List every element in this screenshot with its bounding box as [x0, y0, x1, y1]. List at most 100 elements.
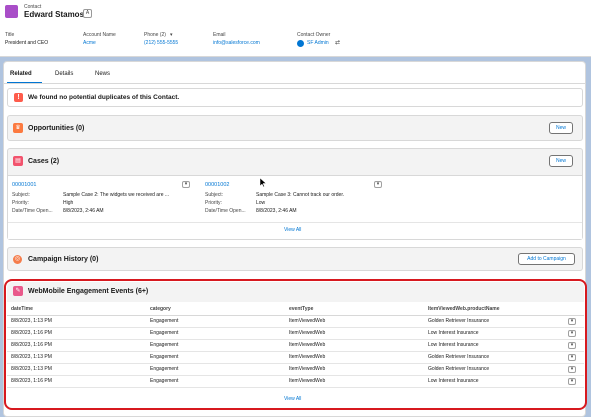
table-row: 8/8/2023, 1:13 PM Engagement ItemViewedW…	[7, 363, 584, 376]
cell-datetime: 8/8/2023, 1:16 PM	[7, 339, 146, 352]
case-2-opened: 8/8/2023, 2:46 AM	[256, 208, 297, 214]
record-header: Contact Edward Stamos A Title President …	[0, 0, 591, 57]
record-name: Edward Stamos	[24, 10, 85, 19]
phone-dropdown-icon[interactable]: ▾	[170, 32, 173, 38]
add-to-campaign-button[interactable]: Add to Campaign	[518, 253, 575, 265]
case-1-subject: Sample Case 2: The widgets we received a…	[63, 192, 170, 198]
email-label: Email	[213, 32, 226, 38]
table-row: 8/8/2023, 1:16 PM Engagement ItemViewedW…	[7, 375, 584, 388]
row-menu-icon[interactable]: ▾	[568, 329, 576, 337]
cell-productname: Golden Retriever Insurance	[424, 363, 564, 376]
owner-link[interactable]: SF Admin	[307, 40, 329, 46]
title-label: Title	[5, 32, 15, 38]
case-2-menu-icon[interactable]: ▾	[374, 181, 382, 188]
case-1-priority-label: Priority:	[12, 200, 29, 206]
title-value: President and CEO	[5, 40, 49, 46]
case-1-menu-icon[interactable]: ▾	[182, 181, 190, 188]
phone-link[interactable]: (212) 555-5555	[144, 40, 178, 46]
campaign-history-title[interactable]: Campaign History (0)	[28, 256, 98, 263]
cases-view-all-link[interactable]: View All	[284, 227, 301, 233]
tab-details[interactable]: Details	[55, 71, 73, 77]
engagement-view-all-link[interactable]: View All	[284, 396, 301, 402]
campaign-icon: ◎	[13, 255, 22, 264]
engagement-icon: ✎	[13, 286, 23, 296]
table-row: 8/8/2023, 1:16 PM Engagement ItemViewedW…	[7, 327, 584, 340]
column-header-actions	[564, 304, 584, 316]
cell-datetime: 8/8/2023, 1:13 PM	[7, 363, 146, 376]
case-2-priority-label: Priority:	[205, 200, 222, 206]
email-link[interactable]: info@salesforce.com	[213, 40, 260, 46]
cell-eventtype: ItemViewedWeb	[285, 375, 424, 388]
case-2-priority: Low	[256, 200, 266, 206]
owner-label: Contact Owner	[297, 32, 331, 38]
cell-category: Engagement	[146, 363, 285, 376]
case-1-opened: 8/8/2023, 2:46 AM	[63, 208, 104, 214]
cell-productname: Low Interest Insurance	[424, 327, 564, 340]
warning-icon: !	[14, 93, 23, 102]
tab-related[interactable]: Related	[10, 71, 32, 77]
opportunities-card: ♛ Opportunities (0) New	[7, 115, 583, 141]
cell-datetime: 8/8/2023, 1:13 PM	[7, 315, 146, 328]
table-header-row: dateTime category eventType ItemViewedWe…	[7, 304, 584, 316]
case-icon: ▤	[13, 156, 23, 166]
cell-category: Engagement	[146, 375, 285, 388]
cell-eventtype: ItemViewedWeb	[285, 351, 424, 364]
duplicates-card: ! We found no potential duplicates of th…	[7, 88, 583, 107]
opportunities-new-button[interactable]: New	[549, 122, 573, 134]
case-2-subject-label: Subject:	[205, 192, 224, 198]
cases-title[interactable]: Cases (2)	[28, 158, 59, 165]
column-header-productname[interactable]: ItemViewedWeb.productName	[424, 304, 564, 316]
cell-productname: Low Interest Insurance	[424, 339, 564, 352]
case-1-priority: High	[63, 200, 74, 206]
hierarchy-button[interactable]: A	[83, 9, 92, 18]
phone-label: Phone (2)	[144, 32, 166, 38]
row-menu-icon[interactable]: ▾	[568, 377, 576, 385]
campaign-history-card: ◎ Campaign History (0) Add to Campaign	[7, 247, 583, 271]
engagement-table: dateTime category eventType ItemViewedWe…	[7, 304, 584, 388]
case-2-subject: Sample Case 3: Cannot track our order.	[256, 192, 345, 198]
cell-productname: Golden Retriever Insurance	[424, 315, 564, 328]
cell-category: Engagement	[146, 351, 285, 364]
opportunities-title[interactable]: Opportunities (0)	[28, 125, 84, 132]
case-2-opened-label: Date/Time Open...	[205, 208, 246, 214]
column-header-category[interactable]: category	[146, 304, 285, 316]
mouse-cursor-icon	[259, 177, 267, 190]
cell-productname: Golden Retriever Insurance	[424, 351, 564, 364]
table-row: 8/8/2023, 1:13 PM Engagement ItemViewedW…	[7, 315, 584, 328]
cell-category: Engagement	[146, 339, 285, 352]
row-menu-icon[interactable]: ▾	[568, 353, 576, 361]
cell-eventtype: ItemViewedWeb	[285, 315, 424, 328]
row-menu-icon[interactable]: ▾	[568, 341, 576, 349]
row-menu-icon[interactable]: ▾	[568, 317, 576, 325]
cell-category: Engagement	[146, 327, 285, 340]
owner-avatar-icon	[297, 40, 304, 47]
table-row: 8/8/2023, 1:16 PM Engagement ItemViewedW…	[7, 339, 584, 352]
cell-datetime: 8/8/2023, 1:16 PM	[7, 327, 146, 340]
table-row: 8/8/2023, 1:13 PM Engagement ItemViewedW…	[7, 351, 584, 364]
tabs-divider	[4, 83, 585, 84]
tab-news[interactable]: News	[95, 71, 110, 77]
change-owner-icon[interactable]: ⇄	[335, 39, 340, 46]
cell-category: Engagement	[146, 315, 285, 328]
cell-datetime: 8/8/2023, 1:16 PM	[7, 375, 146, 388]
engagement-title[interactable]: WebMobile Engagement Events (6+)	[28, 288, 148, 295]
cell-datetime: 8/8/2023, 1:13 PM	[7, 351, 146, 364]
cell-eventtype: ItemViewedWeb	[285, 327, 424, 340]
column-header-eventtype[interactable]: eventType	[285, 304, 424, 316]
cases-new-button[interactable]: New	[549, 155, 573, 167]
cell-eventtype: ItemViewedWeb	[285, 339, 424, 352]
account-label: Account Name	[83, 32, 116, 38]
opportunity-icon: ♛	[13, 123, 23, 133]
case-1-subject-label: Subject:	[12, 192, 31, 198]
row-menu-icon[interactable]: ▾	[568, 365, 576, 373]
case-number-1[interactable]: 00001001	[12, 182, 36, 188]
column-header-datetime[interactable]: dateTime	[7, 304, 146, 316]
duplicates-message: We found no potential duplicates of this…	[28, 94, 180, 101]
account-link[interactable]: Acme	[83, 40, 96, 46]
case-1-opened-label: Date/Time Open...	[12, 208, 53, 214]
case-number-2[interactable]: 00001002	[205, 182, 229, 188]
cell-productname: Low Interest Insurance	[424, 375, 564, 388]
contact-icon	[5, 5, 18, 18]
cell-eventtype: ItemViewedWeb	[285, 363, 424, 376]
cases-footer-divider	[8, 222, 582, 223]
